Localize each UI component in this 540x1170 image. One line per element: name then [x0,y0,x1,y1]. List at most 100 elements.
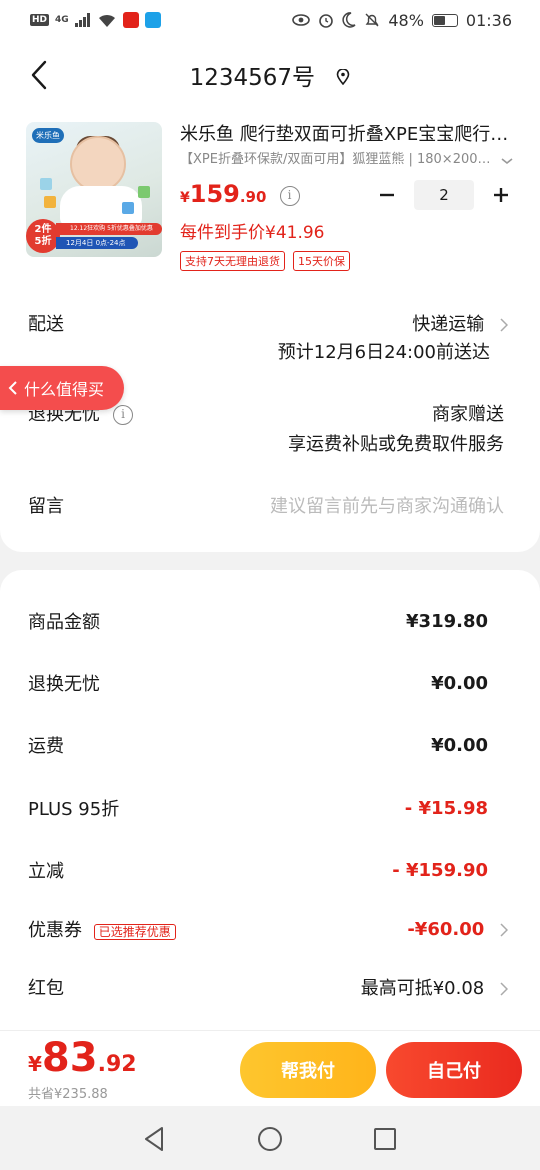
total-integer: 83 [41,1035,98,1081]
page-title[interactable]: 1234567号 [0,58,540,92]
summary-label: 红包 [28,978,64,999]
delivery-label: 配送 [28,314,64,335]
app-notification-icon [122,12,139,28]
returns-desc: 享运费补贴或免费取件服务 [288,434,504,455]
price-summary-card: 商品金额 ¥319.80 退换无忧 ¥0.00 运费 ¥0.00 PLUS 95… [0,570,540,1040]
recommend-floating-tab[interactable]: 什么值得买 [0,366,124,410]
delivery-method-wrap: 快递运输 [412,310,508,336]
thumb-baby-face [70,136,126,192]
thumb-block [44,196,56,208]
thumb-discount-badge: 2件 5折 [26,219,60,253]
nav-recents-icon[interactable] [370,1124,400,1154]
chevron-down-icon[interactable] [500,154,514,168]
price-protect-tag: 15天价保 [293,251,350,271]
returns-value: 商家赠送 [432,404,504,425]
summary-value: -¥60.00 [407,918,485,940]
summary-value: 最高可抵¥0.08 [360,978,485,999]
summary-row-red-packet[interactable]: 红包 最高可抵¥0.08 [28,974,508,1000]
thumb-brand: 米乐鱼 [32,128,64,143]
total-saved: 共省¥235.88 [28,1087,108,1102]
price-currency: ¥ [180,190,190,206]
message-row: 留言 建议留言前先与商家沟通确认 [28,492,508,522]
battery-percent: 48% [388,10,424,30]
thumb-block [138,186,150,198]
return-tag: 支持7天无理由退货 [180,251,285,271]
clock: 01:36 [465,10,512,30]
summary-label: 优惠券 [28,920,82,941]
message-label: 留言 [28,496,64,517]
chevron-right-icon [500,922,508,937]
summary-row-shipping: 运费 ¥0.00 [28,732,488,758]
battery-level-fill [433,15,446,25]
delivery-eta: 预计12月6日24:00前送达 [277,342,490,363]
battery-icon [431,13,458,27]
returns-info-icon[interactable]: i [113,405,134,425]
summary-row-returns: 退换无忧 ¥0.00 [28,670,488,696]
chevron-left-icon [8,381,17,395]
red-packet-value-wrap: 最高可抵¥0.08 [361,974,508,1000]
alarm-icon [319,14,334,28]
location-pin-icon [337,68,350,85]
thumb-block [40,178,52,190]
nav-home-icon[interactable] [255,1124,285,1154]
summary-row-coupon[interactable]: 优惠券 已选推荐优惠 -¥60.00 [28,916,508,942]
status-bar: HD 4G 48% 01:36 [0,0,540,40]
service-tags: 支持7天无理由退货 15天价保 [180,251,516,271]
decrease-button[interactable] [372,180,402,210]
product-image[interactable]: 米乐鱼 2件 5折 12.12狂欢购 5折优惠叠加优惠 12月4日 0点-24点 [26,122,162,257]
page-header: 1234567号 [0,40,540,110]
pay-myself-button[interactable]: 自己付 [386,1042,522,1098]
quantity-stepper: 2 [372,180,516,210]
product-info: 米乐鱼 爬行垫双面可折叠XPE宝宝爬行垫加厚 【XPE折叠环保款/双面可用】狐狸… [180,122,516,271]
eye-icon [292,14,311,26]
price-decimal: .90 [239,188,267,206]
coupon-tag: 已选推荐优惠 [93,924,176,940]
signal-icon [74,13,90,27]
thumb-promo-time: 12月4日 0点-24点 [56,237,138,249]
product-item: 米乐鱼 2件 5折 12.12狂欢购 5折优惠叠加优惠 12月4日 0点-24点 … [26,122,516,271]
hd-badge: HD [30,14,50,26]
thumb-block [122,202,134,214]
delivery-method: 快递运输 [412,314,485,335]
message-input[interactable]: 建议留言前先与商家沟通确认 [270,492,504,518]
summary-label: PLUS 95折 [28,799,120,820]
price-row: ¥159.90 i 2 [180,180,516,214]
summary-row-instant-discount: 立减 - ¥159.90 [28,857,488,883]
chevron-right-icon [500,982,508,996]
increase-button[interactable] [486,180,516,210]
minus-icon [380,193,394,197]
address-title: 1234567号 [189,65,316,91]
total-price: ¥83.92 [28,1035,137,1081]
thumb-promo-line: 12.12狂欢购 5折优惠叠加优惠 [56,223,162,235]
coupon-value-wrap: -¥60.00 [407,919,508,940]
summary-label: 立减 [28,861,64,882]
summary-label: 商品金额 [28,612,100,633]
quantity-input[interactable]: 2 [414,180,474,210]
summary-value: - ¥159.90 [392,859,488,881]
product-title[interactable]: 米乐鱼 爬行垫双面可折叠XPE宝宝爬行垫加厚 [180,122,510,148]
summary-value: ¥319.80 [406,610,488,632]
total-decimal: .92 [97,1052,137,1077]
summary-label: 运费 [28,736,64,757]
product-price: ¥159.90 [180,180,267,208]
price-integer: 159 [189,180,240,208]
system-nav-bar [0,1106,540,1170]
unit-price: 每件到手价¥41.96 [180,223,325,243]
bulb-app-icon [144,12,161,28]
summary-value: ¥0.00 [431,734,488,756]
wifi-icon [98,14,115,27]
floater-label: 什么值得买 [24,380,105,399]
product-spec[interactable]: 【XPE折叠环保款/双面可用】狐狸蓝熊 | 180×200×1cm [180,150,492,170]
checkout-bar: ¥83.92 共省¥235.88 帮我付 自己付 [0,1030,540,1106]
status-left: HD 4G [30,12,161,28]
price-info-icon[interactable]: i [279,186,300,206]
status-right: 48% 01:36 [292,11,512,30]
summary-label: 退换无忧 [28,674,100,695]
chevron-right-icon [500,318,508,332]
total-currency: ¥ [28,1052,42,1076]
delivery-row[interactable]: 配送 快递运输 预计12月6日24:00前送达 [28,310,508,370]
mute-bell-icon [365,13,379,27]
nav-back-icon[interactable] [140,1124,170,1154]
plus-icon [494,188,508,202]
help-me-pay-button[interactable]: 帮我付 [240,1042,376,1098]
